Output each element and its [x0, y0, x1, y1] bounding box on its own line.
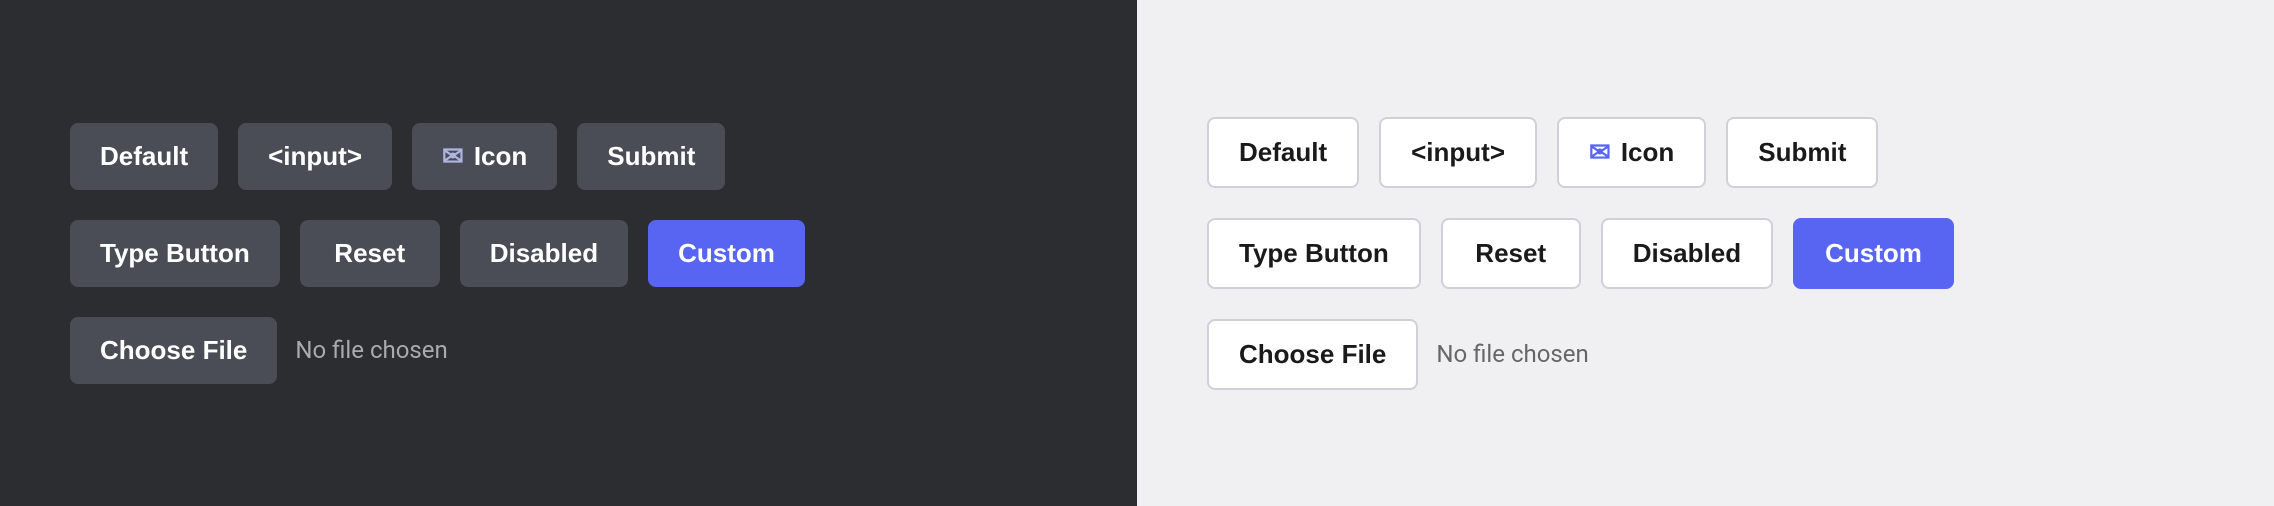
dark-file-status: No file chosen: [295, 336, 447, 364]
light-row-2: Type Button Reset Disabled Custom: [1207, 218, 1954, 289]
dark-submit-button[interactable]: Submit: [577, 123, 725, 190]
dark-icon-label: Icon: [474, 141, 527, 172]
light-default-button[interactable]: Default: [1207, 117, 1359, 188]
light-file-status: No file chosen: [1436, 340, 1588, 368]
light-disabled-button[interactable]: Disabled: [1601, 218, 1773, 289]
dark-disabled-button[interactable]: Disabled: [460, 220, 628, 287]
dark-custom-button[interactable]: Custom: [648, 220, 805, 287]
dark-row-1: Default <input> ✉ Icon Submit: [70, 123, 725, 190]
light-input-button[interactable]: <input>: [1379, 117, 1537, 188]
dark-reset-button[interactable]: Reset: [300, 220, 440, 287]
dark-file-row: Choose File No file chosen: [70, 317, 448, 384]
light-row-1: Default <input> ✉ Icon Submit: [1207, 117, 1878, 188]
light-reset-button[interactable]: Reset: [1441, 218, 1581, 289]
dark-icon-button[interactable]: ✉ Icon: [412, 123, 557, 190]
dark-panel: Default <input> ✉ Icon Submit Type Butto…: [0, 0, 1137, 506]
light-choose-file-button[interactable]: Choose File: [1207, 319, 1418, 390]
light-icon-label: Icon: [1621, 137, 1674, 168]
dark-input-button[interactable]: <input>: [238, 123, 392, 190]
light-file-row: Choose File No file chosen: [1207, 319, 1589, 390]
envelope-icon: ✉: [1589, 137, 1611, 168]
dark-typebutton-button[interactable]: Type Button: [70, 220, 280, 287]
light-typebutton-button[interactable]: Type Button: [1207, 218, 1421, 289]
dark-default-button[interactable]: Default: [70, 123, 218, 190]
light-panel: Default <input> ✉ Icon Submit Type Butto…: [1137, 0, 2274, 506]
light-submit-button[interactable]: Submit: [1726, 117, 1878, 188]
light-custom-button[interactable]: Custom: [1793, 218, 1954, 289]
dark-choose-file-button[interactable]: Choose File: [70, 317, 277, 384]
light-icon-button[interactable]: ✉ Icon: [1557, 117, 1706, 188]
envelope-icon: ✉: [442, 141, 464, 172]
dark-row-2: Type Button Reset Disabled Custom: [70, 220, 805, 287]
